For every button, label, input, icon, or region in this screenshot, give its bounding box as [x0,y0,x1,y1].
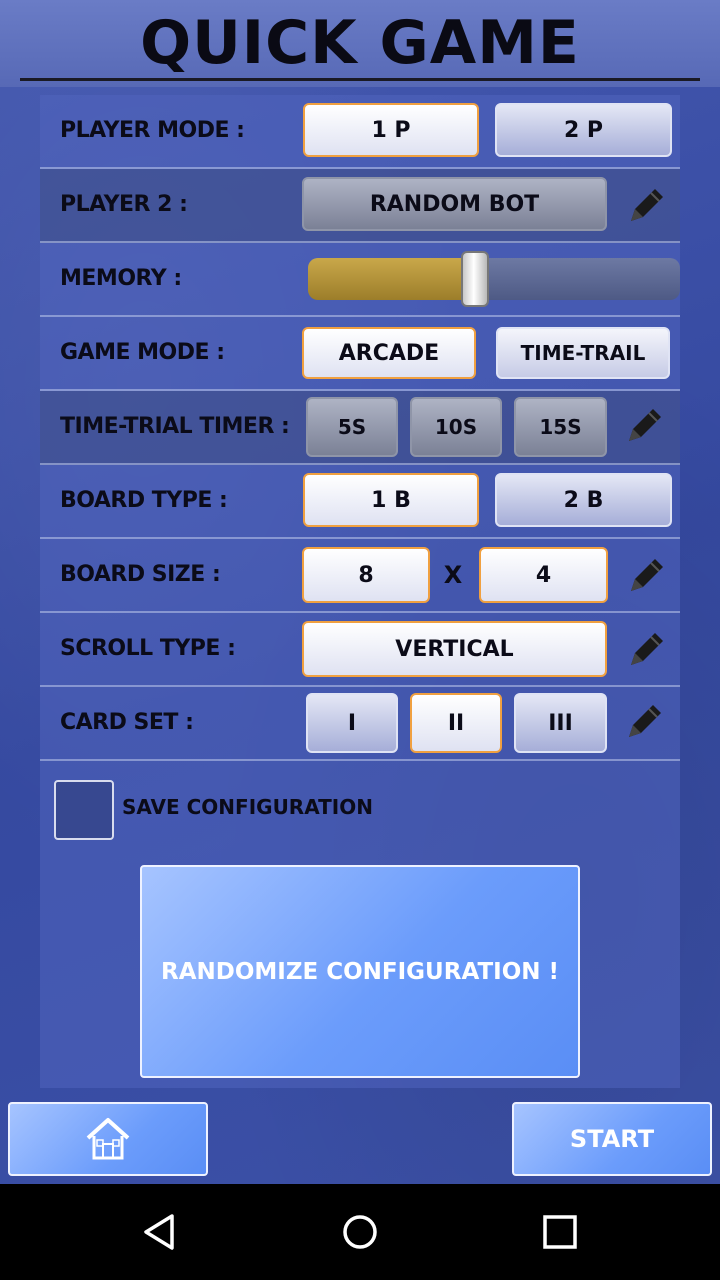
edit-scroll-type-pencil-icon[interactable] [625,627,669,671]
row-game-mode: GAME MODE : ARCADE TIME-TRAIL [40,317,680,391]
recents-icon[interactable] [540,1212,580,1252]
player-mode-1p-button[interactable]: 1 P [303,103,479,157]
board-type-label: BOARD TYPE : [60,488,228,513]
board-size-label: BOARD SIZE : [60,562,221,587]
row-player-2: PLAYER 2 : RANDOM BOT [40,169,680,243]
game-mode-label: GAME MODE : [60,340,225,365]
player-mode-label: PLAYER MODE : [60,118,245,143]
board-width-field[interactable]: 8 [302,547,430,603]
board-size-separator: X [443,561,463,589]
timer-5s-button[interactable]: 5S [306,397,398,457]
row-time-trial-timer: TIME-TRIAL TIMER : 5S 10S 15S [40,391,680,465]
timer-10s-button[interactable]: 10S [410,397,502,457]
card-set-2-button[interactable]: II [410,693,502,753]
system-navigation-bar [0,1184,720,1280]
save-configuration-label: SAVE CONFIGURATION [122,795,373,819]
row-player-mode: PLAYER MODE : 1 P 2 P [40,95,680,169]
board-height-field[interactable]: 4 [479,547,608,603]
randomize-configuration-button[interactable]: RANDOMIZE CONFIGURATION ! [140,865,580,1078]
game-mode-time-trail-button[interactable]: TIME-TRAIL [496,327,670,379]
player-mode-2p-button[interactable]: 2 P [495,103,672,157]
home-circle-icon[interactable] [340,1212,380,1252]
home-button[interactable] [8,1102,208,1176]
player-2-label: PLAYER 2 : [60,192,188,217]
card-set-label: CARD SET : [60,710,194,735]
board-type-1b-button[interactable]: 1 B [303,473,479,527]
row-board-size: BOARD SIZE : 8 X 4 [40,539,680,613]
card-set-3-button[interactable]: III [514,693,607,753]
timer-15s-button[interactable]: 15S [514,397,607,457]
scroll-type-label: SCROLL TYPE : [60,636,236,661]
player-2-select-button[interactable]: RANDOM BOT [302,177,607,231]
memory-label: MEMORY : [60,266,182,291]
time-trial-timer-label: TIME-TRIAL TIMER : [60,414,290,439]
row-board-type: BOARD TYPE : 1 B 2 B [40,465,680,539]
row-card-set: CARD SET : I II III [40,687,680,761]
save-configuration-checkbox[interactable] [54,780,114,840]
home-icon [86,1118,130,1160]
settings-panel: PLAYER MODE : 1 P 2 P PLAYER 2 : RANDOM … [40,95,680,1088]
edit-card-set-pencil-icon[interactable] [623,699,667,743]
header-bar: QUICK GAME [0,0,720,87]
memory-slider-fill [308,258,475,300]
row-scroll-type: SCROLL TYPE : VERTICAL [40,613,680,687]
card-set-1-button[interactable]: I [306,693,398,753]
page-title: QUICK GAME [140,8,580,78]
memory-slider[interactable] [308,251,680,307]
memory-slider-thumb[interactable] [461,251,489,307]
edit-board-size-pencil-icon[interactable] [625,553,669,597]
title-underline [20,78,700,81]
scroll-type-button[interactable]: VERTICAL [302,621,607,677]
board-type-2b-button[interactable]: 2 B [495,473,672,527]
start-button[interactable]: START [512,1102,712,1176]
edit-player-2-pencil-icon[interactable] [625,183,669,227]
edit-timer-pencil-icon[interactable] [623,403,667,447]
game-mode-arcade-button[interactable]: ARCADE [302,327,476,379]
back-icon[interactable] [140,1212,180,1252]
